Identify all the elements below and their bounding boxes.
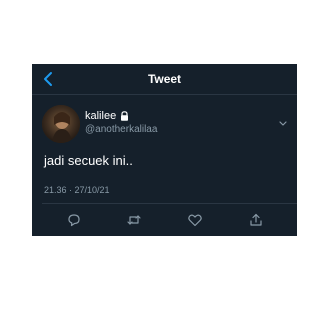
top-bar: Tweet <box>32 64 297 95</box>
avatar[interactable] <box>42 105 80 143</box>
avatar-image <box>42 105 80 143</box>
retweet-button[interactable] <box>126 212 142 228</box>
display-name[interactable]: kalilee <box>85 110 116 122</box>
tweet-text: jadi secuek ini.. <box>44 153 133 168</box>
author-handle[interactable]: @anotherkalilaa <box>85 124 157 135</box>
chevron-down-icon <box>279 121 287 126</box>
share-icon <box>250 213 262 226</box>
tweet-timestamp[interactable]: 21.36 · 27/10/21 <box>44 185 110 195</box>
author-name-row: kalilee <box>85 110 129 122</box>
reply-icon <box>68 214 80 227</box>
like-button[interactable] <box>187 212 203 228</box>
tweet-detail-panel: Tweet kalilee @anotherkalilaa jadi secue… <box>32 64 297 236</box>
more-options-button[interactable] <box>277 116 289 126</box>
share-button[interactable] <box>248 212 264 228</box>
retweet-icon <box>127 215 141 225</box>
lock-icon <box>121 111 129 121</box>
reply-button[interactable] <box>66 212 82 228</box>
page-title: Tweet <box>147 72 182 86</box>
divider <box>42 203 297 204</box>
like-icon <box>188 214 202 227</box>
